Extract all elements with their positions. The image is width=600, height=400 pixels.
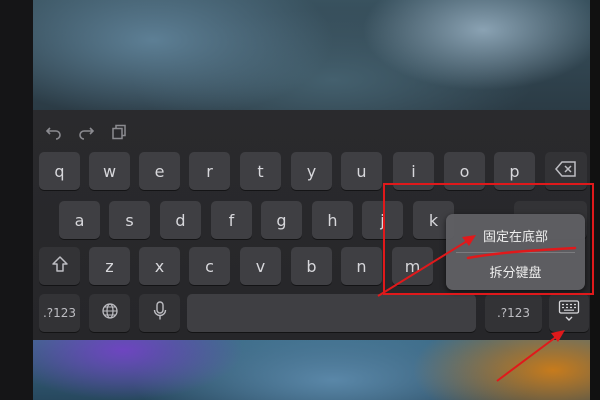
annotation-overlay: [377, 235, 577, 382]
arrow-to-keyboard-key: [496, 330, 565, 382]
screenshot-frame: q w e r t y u i o p a s d f g h j k z x …: [0, 0, 600, 400]
underline-stroke: [466, 246, 577, 260]
arrow-to-dock-option: [377, 235, 476, 297]
